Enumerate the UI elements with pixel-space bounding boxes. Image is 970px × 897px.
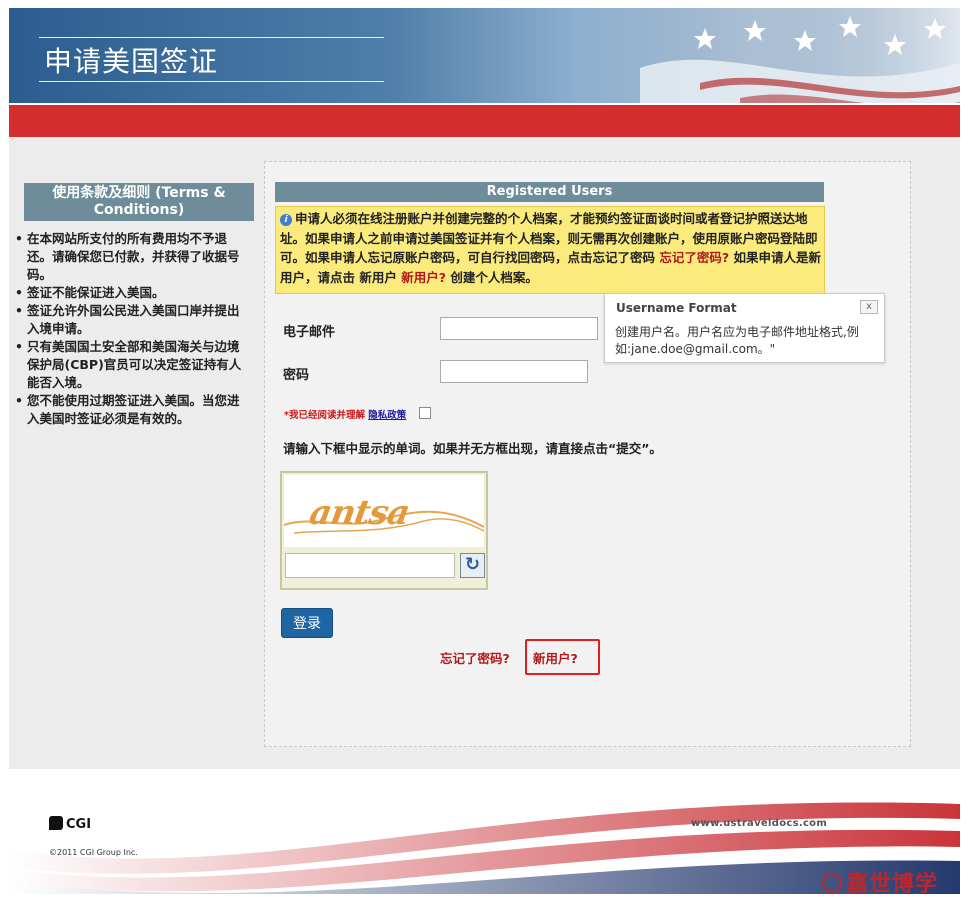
captcha-instruction: 请输入下框中显示的单词。如果并无方框出现，请直接点击“提交”。 xyxy=(283,441,662,456)
captcha-input[interactable] xyxy=(285,553,455,578)
page: 申请美国签证 使用条款及细则 (Terms & Conditions) 在本网站… xyxy=(0,0,970,897)
cgi-logo: CGI xyxy=(49,816,91,832)
terms-heading: 使用条款及细则 (Terms & Conditions) xyxy=(24,183,254,221)
login-button[interactable]: 登录 xyxy=(281,608,333,638)
forgot-password-link[interactable]: 忘记了密码? xyxy=(440,648,510,667)
captcha-word: antsa xyxy=(306,493,413,533)
site-url: www.ustraveldocs.com xyxy=(691,818,828,829)
tooltip-close-button[interactable]: x xyxy=(860,300,878,314)
captcha-widget: antsa ↻ xyxy=(280,471,488,590)
terms-list: 在本网站所支付的所有费用均不予退还。请确保您已付款，并获得了收据号码。 签证不能… xyxy=(14,230,244,428)
notice-forgot-password-link[interactable]: 忘记了密码? xyxy=(659,250,729,265)
captcha-image: antsa xyxy=(284,475,484,547)
watermark-text: 嘉世博学 xyxy=(846,872,939,897)
privacy-agreement: *我已经阅读并理解 隐私政策 xyxy=(284,407,406,421)
watermark-logo-icon xyxy=(822,873,842,893)
registration-notice: i 申请人必须在线注册账户并创建完整的个人档案，才能预约签证面谈时间或者登记护照送… xyxy=(275,206,825,294)
header-rule-bottom xyxy=(39,81,384,82)
privacy-policy-link[interactable]: 隐私政策 xyxy=(368,410,406,421)
refresh-icon[interactable]: ↻ xyxy=(460,553,485,578)
watermark: 嘉世博学 xyxy=(822,866,938,897)
email-field[interactable] xyxy=(440,317,598,340)
terms-item: 在本网站所支付的所有费用均不予退还。请确保您已付款，并获得了收据号码。 xyxy=(14,230,244,284)
copyright: ©2011 CGI Group Inc. xyxy=(49,848,138,857)
info-icon: i xyxy=(280,214,292,226)
cgi-logo-icon xyxy=(49,816,63,830)
new-user-link[interactable]: 新用户? xyxy=(533,648,578,667)
terms-item: 您不能使用过期签证进入美国。当您进入美国时签证必须是有效的。 xyxy=(14,392,244,428)
page-title: 申请美国签证 xyxy=(44,45,219,78)
password-label: 密码 xyxy=(283,368,310,383)
notice-text-3: 创建个人档案。 xyxy=(450,269,538,285)
email-label: 电子邮件 xyxy=(283,325,336,340)
flag-stars-decoration xyxy=(580,8,960,103)
terms-item: 签证允许外国公民进入美国口岸并提出入境申请。 xyxy=(14,302,244,338)
tooltip-body: 创建用户名。用户名应为电子邮件地址格式,例如:jane.doe@gmail.co… xyxy=(615,325,859,356)
agreement-text: *我已经阅读并理解 xyxy=(284,410,365,421)
red-stripe xyxy=(9,105,960,137)
terms-item: 只有美国国土安全部和美国海关与边境保护局(CBP)官员可以决定签证持有人能否入境… xyxy=(14,338,244,392)
notice-new-user-link[interactable]: 新用户? xyxy=(401,270,446,285)
login-panel-heading: Registered Users xyxy=(275,182,824,202)
password-field[interactable] xyxy=(440,360,588,383)
terms-item: 签证不能保证进入美国。 xyxy=(14,284,244,302)
tooltip-title: Username Format xyxy=(616,301,737,315)
header-banner: 申请美国签证 xyxy=(9,8,960,103)
privacy-agreement-checkbox[interactable] xyxy=(419,407,431,419)
footer-flag-swoosh xyxy=(9,769,960,894)
username-format-tooltip: Username Format x 创建用户名。用户名应为电子邮件地址格式,例如… xyxy=(604,293,885,363)
footer xyxy=(9,769,960,894)
cgi-brand-text: CGI xyxy=(66,817,92,832)
header-rule-top xyxy=(39,37,384,38)
